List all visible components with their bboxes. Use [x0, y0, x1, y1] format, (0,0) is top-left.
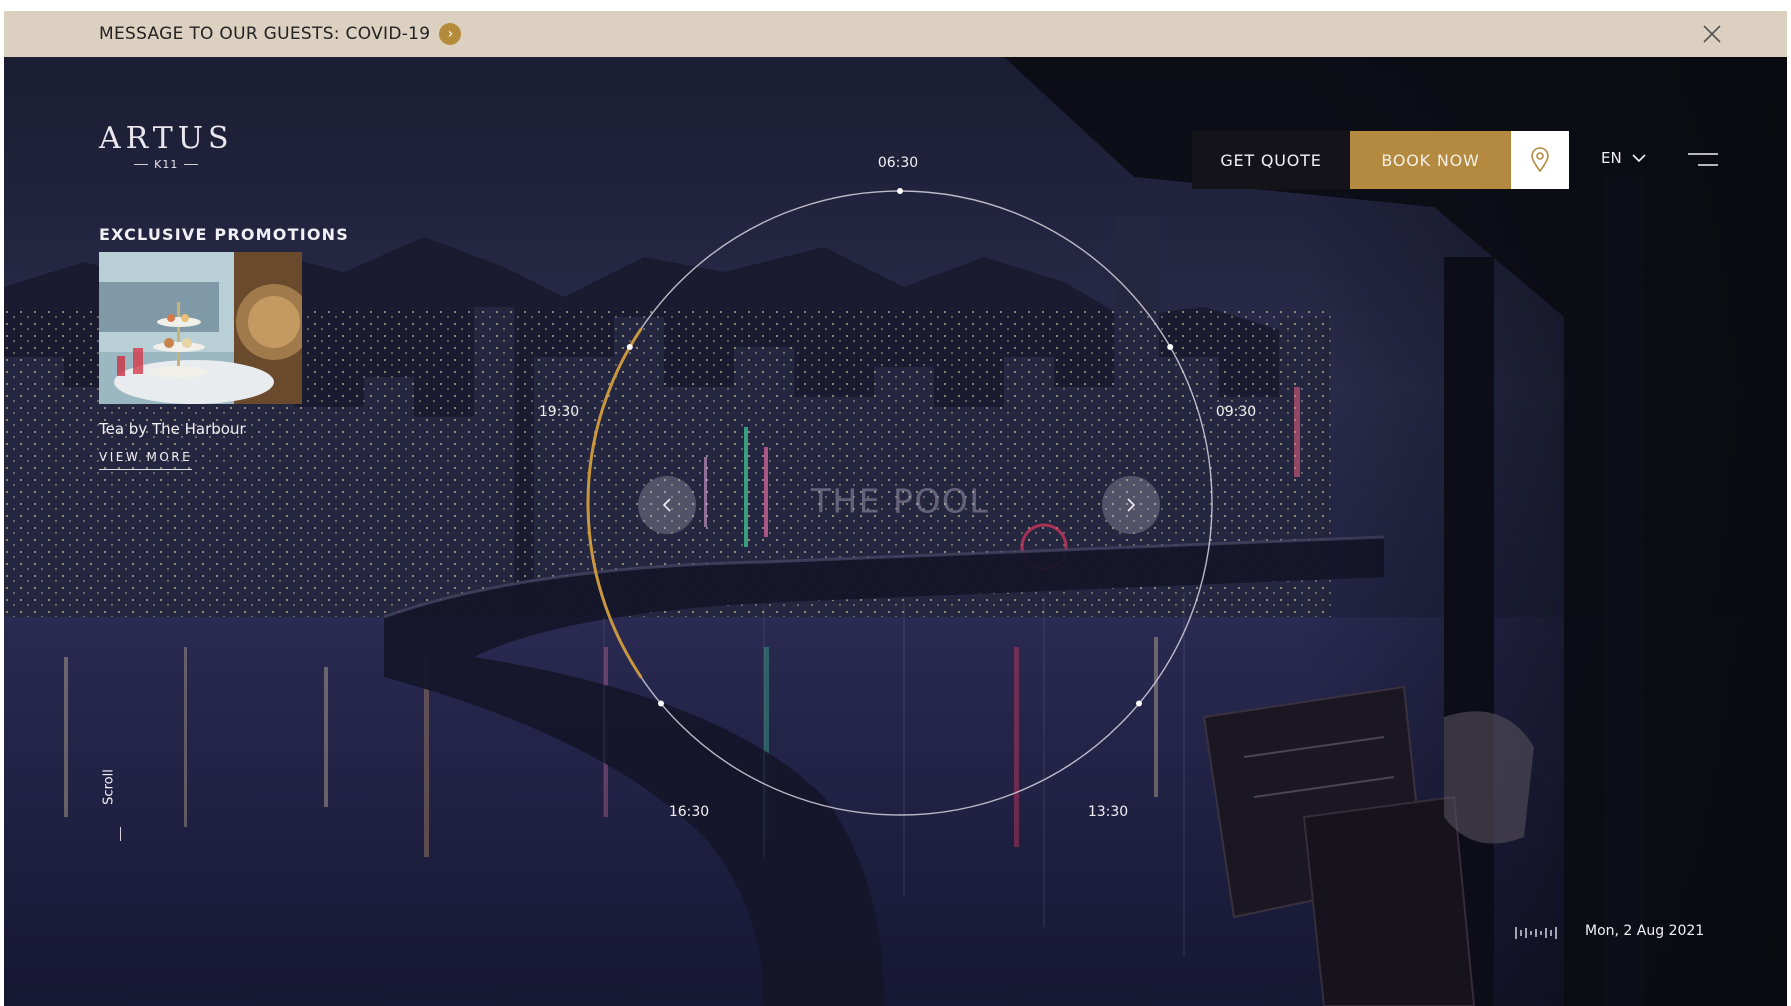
- covid-banner-message[interactable]: MESSAGE TO OUR GUESTS: COVID-19: [99, 24, 430, 44]
- time-label-0930[interactable]: 09:30: [1216, 404, 1256, 420]
- venue-title: THE POOL: [810, 481, 990, 521]
- current-date: Mon, 2 Aug 2021: [1585, 923, 1705, 939]
- time-dot-0630: [897, 188, 903, 194]
- close-icon[interactable]: [1701, 23, 1723, 45]
- schedule-dial: [586, 188, 1213, 816]
- scroll-indicator[interactable]: Scroll: [102, 769, 117, 805]
- previous-venue-button[interactable]: [638, 476, 696, 534]
- time-dot-1330: [1136, 700, 1143, 707]
- chevron-right-icon: [1127, 498, 1136, 512]
- chevron-right-icon[interactable]: ›: [439, 23, 462, 45]
- page-frame: MESSAGE TO OUR GUESTS: COVID-19 › ARTUS …: [4, 11, 1787, 1006]
- time-label-0630[interactable]: 06:30: [878, 155, 918, 171]
- next-venue-button[interactable]: [1102, 476, 1160, 534]
- time-label-1630[interactable]: 16:30: [669, 804, 709, 820]
- time-label-1330[interactable]: 13:30: [1088, 804, 1128, 820]
- time-dot-0930: [1167, 344, 1174, 350]
- sound-bars-icon[interactable]: [1514, 926, 1560, 940]
- time-label-1930[interactable]: 19:30: [539, 404, 579, 420]
- time-dot-1630: [657, 700, 664, 707]
- time-dot-1930: [626, 344, 633, 350]
- chevron-left-icon: [662, 498, 671, 512]
- hero-section: ARTUS K11 EXCLUSIVE PROMOTIONS Tea by Th…: [4, 57, 1787, 1006]
- covid-banner: MESSAGE TO OUR GUESTS: COVID-19 ›: [4, 11, 1787, 57]
- scroll-line: [120, 827, 121, 841]
- active-time-arc: [586, 327, 643, 679]
